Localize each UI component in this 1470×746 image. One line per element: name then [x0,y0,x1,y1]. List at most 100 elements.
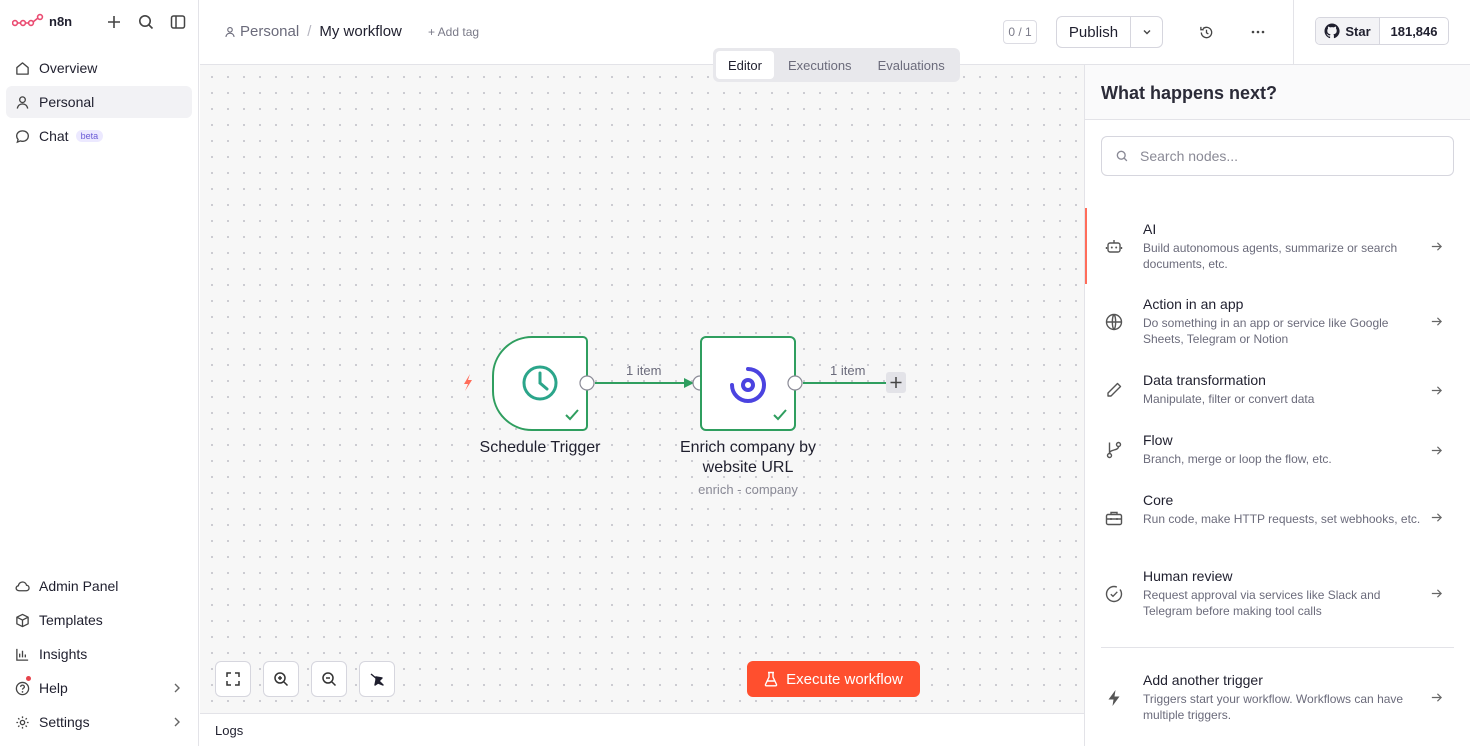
github-star-button[interactable]: Star [1316,18,1380,44]
execute-workflow-button[interactable]: Execute workflow [747,661,920,697]
category-core[interactable]: Core Run code, make HTTP requests, set w… [1085,480,1470,556]
zoom-in-icon [274,672,289,687]
category-title: Data transformation [1143,372,1266,388]
add-button[interactable] [104,12,124,32]
bolt-icon [1104,688,1124,708]
history-button[interactable] [1196,22,1216,42]
github-icon [1324,23,1340,39]
category-title: Add another trigger [1143,672,1263,688]
category-description: Request approval via services like Slack… [1143,588,1381,618]
node-label: Enrich company by website URL [679,439,817,476]
chevron-right-icon [174,683,180,693]
sidebar-item-label: Templates [39,612,103,628]
edge-item-count: 1 item [830,363,866,378]
workflow-name[interactable]: My workflow [319,23,402,40]
ellipsis-icon [1251,30,1265,34]
panel-divider [1101,647,1454,648]
output-handle [579,375,595,391]
fit-view-icon [226,672,240,686]
category-human-review[interactable]: Human review Request approval via servic… [1085,556,1470,632]
search-nodes-input[interactable] [1140,148,1430,164]
sidebar-item-chat[interactable]: Chat beta [6,120,192,152]
edge-item-count: 1 item [626,363,662,378]
n8n-logo[interactable]: n8n [12,13,72,29]
help-icon [14,680,30,696]
panel-title: What happens next? [1101,83,1278,103]
category-title: Action in an app [1143,296,1244,312]
node-subtitle: enrich - company [698,482,798,497]
sidebar-item-insights[interactable]: Insights [6,638,192,670]
plus-icon [108,16,120,28]
zoom-in-button[interactable] [263,661,299,697]
github-star-widget[interactable]: Star 181,846 [1315,17,1449,45]
user-icon [225,26,235,37]
pencil-icon [1104,380,1124,400]
add-tag-button[interactable]: + Add tag [428,25,479,39]
category-ai[interactable]: AI Build autonomous agents, summarize or… [1085,208,1470,284]
active-workflow-counter: 0 / 1 [1003,20,1037,44]
arrow-right-icon [1428,238,1444,254]
tidy-up-button[interactable] [359,661,395,697]
category-title: AI [1143,221,1157,237]
sidebar-item-help[interactable]: Help [6,672,192,704]
breadcrumb-project[interactable]: Personal [224,23,299,40]
search-nodes-field[interactable] [1101,136,1454,176]
github-star-count: 181,846 [1390,23,1438,39]
workflow-graph [464,336,906,431]
fit-view-button[interactable] [215,661,251,697]
notification-dot [26,676,31,681]
node-creator-panel: What happens next? AI Build autonomous a… [1084,65,1470,746]
add-another-trigger[interactable]: Add another trigger Triggers start your … [1085,661,1470,737]
sidebar-item-settings[interactable]: Settings [6,706,192,738]
arrow-right-icon [1428,509,1444,525]
globe-icon [1104,312,1124,332]
sidebar-toggle-icon [170,15,186,29]
logs-label: Logs [215,723,244,738]
breadcrumb-project-label: Personal [240,23,300,40]
arrow-right-icon [1428,382,1444,398]
broom-icon [370,673,384,686]
trigger-bolt-icon [464,374,472,391]
node-label: Schedule Trigger [479,439,601,456]
github-star-label: Star [1345,23,1371,39]
more-options-button[interactable] [1248,22,1268,42]
chevron-right-icon [174,717,180,727]
box-icon [14,612,30,628]
sidebar-item-label: Chat [39,128,69,144]
sidebar: n8n Overview Personal Chat beta Admin Pa… [0,0,199,746]
workflow-canvas[interactable]: Editor Executions Evaluations Schedule T… [200,48,1084,713]
category-description: Build autonomous agents, summarize or se… [1143,241,1398,271]
bar-chart-icon [14,646,30,662]
sidebar-item-label: Settings [39,714,90,730]
history-icon [1199,26,1212,38]
zoom-out-button[interactable] [311,661,347,697]
sidebar-item-templates[interactable]: Templates [6,604,192,636]
sidebar-item-label: Overview [39,60,98,76]
search-icon [1116,150,1128,162]
logs-bar[interactable]: Logs [200,713,1084,746]
category-title: Flow [1143,432,1173,448]
logo-text: n8n [49,13,73,29]
user-icon [14,94,30,110]
category-description: Run code, make HTTP requests, set webhoo… [1143,512,1421,526]
sidebar-item-personal[interactable]: Personal [6,86,192,118]
sidebar-item-admin-panel[interactable]: Admin Panel [6,570,192,602]
search-button[interactable] [136,12,156,32]
publish-options-button[interactable] [1131,17,1162,47]
category-action-in-an-app[interactable]: Action in an app Do something in an app … [1085,284,1470,360]
category-description: Manipulate, filter or convert data [1143,392,1315,406]
chevron-down-icon [1143,30,1150,35]
sidebar-item-label: Personal [39,94,95,110]
execute-workflow-label: Execute workflow [786,670,903,688]
cloud-icon [14,578,30,594]
category-description: Triggers start your workflow. Workflows … [1143,692,1404,722]
toolbox-icon [1104,508,1124,528]
publish-button[interactable]: Publish [1057,17,1131,47]
publish-button-group: Publish [1056,16,1163,48]
category-description: Do something in an app or service like G… [1143,316,1389,346]
breadcrumb-separator: / [307,23,312,40]
arrow-right-icon [1428,313,1444,329]
collapse-sidebar-button[interactable] [168,12,188,32]
sidebar-item-overview[interactable]: Overview [6,52,192,84]
category-description: Branch, merge or loop the flow, etc. [1143,452,1332,466]
